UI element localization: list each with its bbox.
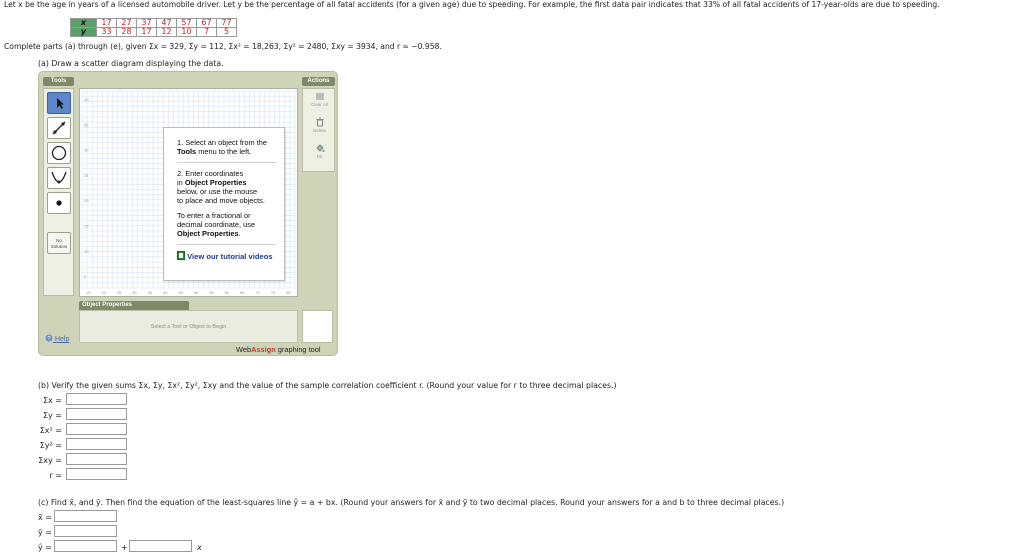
circle-icon xyxy=(51,145,67,161)
trash-icon xyxy=(316,117,323,127)
sum-xy-label: Σxy = xyxy=(38,456,62,465)
tools-header: Tools xyxy=(43,77,74,86)
fill-button[interactable]: Fill xyxy=(305,143,334,159)
sum-y-input[interactable] xyxy=(66,408,127,420)
object-properties-preview xyxy=(302,310,333,343)
sum-xy-input[interactable] xyxy=(66,453,127,465)
sum-x-squared-input[interactable] xyxy=(66,423,127,435)
y-bar-label: ȳ = xyxy=(38,528,52,537)
y-tick-label: 10 xyxy=(84,249,89,254)
pointer-tool-button[interactable] xyxy=(47,92,71,114)
data-table: x 17 27 37 47 57 67 77 y 33 28 17 12 10 … xyxy=(70,18,237,37)
y-tick-labels: 40 35 30 25 20 15 10 5 xyxy=(84,97,89,279)
r-label: r = xyxy=(49,471,62,480)
intercept-a-input[interactable] xyxy=(54,540,117,552)
part-c-label: (c) Find x̄, and ȳ. Then find the equati… xyxy=(38,498,785,507)
object-properties-header: Object Properties xyxy=(79,301,189,310)
y-value: 17 xyxy=(136,27,157,37)
line-tool-button[interactable] xyxy=(47,117,71,139)
object-properties-panel: Select a Tool or Object to Begin xyxy=(79,310,298,343)
point-icon xyxy=(56,200,62,206)
x-tick-label: 25 xyxy=(117,290,122,295)
pointer-icon xyxy=(57,98,64,109)
y-tick-label: 40 xyxy=(84,97,89,102)
delete-button[interactable]: Delete xyxy=(305,117,334,133)
y-header: y xyxy=(70,27,97,37)
y-tick-label: 35 xyxy=(84,122,89,127)
x-tick-label: 45 xyxy=(178,290,183,295)
help-icon: ? xyxy=(45,334,53,342)
instruction-step-1: 1. Select an object from the Tools menu … xyxy=(177,138,267,156)
sum-x-squared-label: Σx² = xyxy=(39,426,62,435)
y-value: 7 xyxy=(196,27,217,37)
given-sums: Complete parts (a) through (e), given Σx… xyxy=(4,42,442,51)
point-tool-button[interactable] xyxy=(47,192,71,214)
instructions-panel: 1. Select an object from the Tools menu … xyxy=(163,127,285,281)
y-value: 33 xyxy=(96,27,117,37)
x-tick-label: 40 xyxy=(163,290,168,295)
x-tick-label: 80 xyxy=(286,290,291,295)
x-tick-label: 20 xyxy=(101,290,106,295)
tutorial-link[interactable]: View our tutorial videos xyxy=(177,251,276,261)
tools-palette: No Solution xyxy=(43,88,74,296)
x-bar-input[interactable] xyxy=(54,510,117,522)
table-row: x 17 27 37 47 57 67 77 xyxy=(70,18,237,28)
y-hat-label: ŷ = xyxy=(38,543,52,552)
plus-sign: + xyxy=(121,543,128,552)
x-bar-label: x̄ = xyxy=(38,513,52,522)
sum-y-squared-input[interactable] xyxy=(66,438,127,450)
line-icon xyxy=(52,121,66,135)
actions-panel: Clear All Delete Fill xyxy=(302,88,335,172)
x-tick-label: 35 xyxy=(148,290,153,295)
graphing-tool: Tools Actions No Solution 40 35 30 25 20 15 10… xyxy=(38,71,338,356)
x-tick-label: 75 xyxy=(271,290,276,295)
x-tick-label: 70 xyxy=(255,290,260,295)
sum-y-label: Σy = xyxy=(42,411,62,420)
part-b-label: (b) Verify the given sums Σx, Σy, Σx², Σ… xyxy=(38,381,617,390)
y-value: 12 xyxy=(156,27,177,37)
help-link[interactable]: ? Help xyxy=(45,334,69,343)
r-input[interactable] xyxy=(66,468,127,480)
x-tick-label: 65 xyxy=(240,290,245,295)
sum-x-label: Σx = xyxy=(42,396,62,405)
fill-icon xyxy=(315,144,324,152)
slope-b-input[interactable] xyxy=(129,540,192,552)
y-tick-label: 25 xyxy=(84,173,89,178)
instruction-step-3: To enter a fractional or decimal coordin… xyxy=(177,211,256,238)
webassign-branding: WebAssign graphing tool xyxy=(236,345,321,354)
parabola-icon xyxy=(51,171,67,184)
sum-y-squared-label: Σy² = xyxy=(39,441,62,450)
y-bar-input[interactable] xyxy=(54,525,117,537)
instruction-step-2: 2. Enter coordinates in Object Propertie… xyxy=(177,169,265,205)
x-tick-label: 55 xyxy=(209,290,214,295)
table-row: y 33 28 17 12 10 7 5 xyxy=(70,27,237,37)
x-tick-label: 50 xyxy=(194,290,199,295)
svg-text:?: ? xyxy=(47,336,50,342)
graph-area[interactable]: 40 35 30 25 20 15 10 5 15 20 25 30 35 40 45 50 55 60 65 70… xyxy=(79,88,298,297)
x-tick-label: 60 xyxy=(225,290,230,295)
tutorial-link-text[interactable]: View our tutorial videos xyxy=(187,252,273,261)
clear-all-button[interactable]: Clear All xyxy=(305,92,334,107)
y-value: 10 xyxy=(176,27,197,37)
sum-x-input[interactable] xyxy=(66,393,127,405)
y-tick-label: 15 xyxy=(84,224,89,229)
x-tick-label: 15 xyxy=(86,290,91,295)
y-tick-label: 20 xyxy=(84,198,89,203)
y-value: 5 xyxy=(216,27,237,37)
x-tick-labels: 15 20 25 30 35 40 45 50 55 60 65 70 75 80 xyxy=(86,290,291,295)
problem-intro: Let x be the age in years of a licensed … xyxy=(4,0,940,9)
video-icon xyxy=(177,251,185,260)
x-variable: x xyxy=(197,543,202,552)
circle-tool-button[interactable] xyxy=(47,142,71,164)
parabola-tool-button[interactable] xyxy=(47,167,71,189)
y-tick-label: 5 xyxy=(84,274,87,279)
clear-all-icon xyxy=(315,93,324,100)
y-tick-label: 30 xyxy=(84,148,89,153)
no-solution-button[interactable]: No Solution xyxy=(47,232,71,254)
x-tick-label: 30 xyxy=(132,290,137,295)
actions-header: Actions xyxy=(302,77,335,86)
y-value: 28 xyxy=(116,27,137,37)
part-a-label: (a) Draw a scatter diagram displaying th… xyxy=(38,59,224,68)
